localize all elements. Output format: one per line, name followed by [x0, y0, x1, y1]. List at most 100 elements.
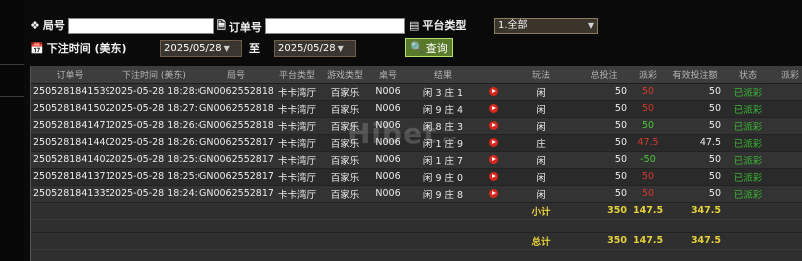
order-no-input[interactable] [265, 18, 405, 34]
cell-order-no: 250528184153912 [31, 83, 109, 101]
cell-game-type: 百家乐 [321, 185, 369, 203]
cell-play: 闲 [507, 100, 575, 118]
cell-status: 已派彩 [727, 134, 769, 152]
table-row[interactable]: 2505281841502842025-05-28 18:27:18GN0062… [31, 100, 802, 118]
cell-payout: 50 [633, 168, 663, 186]
cell-extra [769, 168, 802, 186]
subtotal-row-empty [479, 202, 507, 220]
total-row-empty [321, 232, 369, 250]
cell-valid-bet: 50 [663, 185, 727, 203]
cell-game-type: 百家乐 [321, 83, 369, 101]
header-table-no: 桌号 [369, 66, 407, 84]
cell-game-type: 百家乐 [321, 100, 369, 118]
order-no-label-text: 订单号 [228, 20, 262, 34]
bet-time-label-text: 下注时间 (美东) [46, 42, 127, 55]
spacer-cell [633, 219, 663, 233]
header-result: 结果 [407, 66, 479, 84]
table-row[interactable]: 2505281841471732025-05-28 18:26:49GN0062… [31, 117, 802, 135]
cell-bet-time: 2025-05-28 18:26:12 [109, 134, 199, 152]
cell-round-no: GN00625528181 [199, 100, 273, 118]
total-row-empty [369, 232, 407, 250]
cell-status: 已派彩 [727, 168, 769, 186]
total-row-valid: 347.5 [663, 232, 727, 250]
spacer-cell [507, 219, 575, 233]
cell-result: 闲 8 庄 3 [407, 117, 479, 135]
cell-round-no: GN0062552817Z [199, 134, 273, 152]
cell-platform: 卡卡湾厅 [273, 185, 321, 203]
play-video-icon[interactable] [488, 87, 498, 96]
date-separator-text: 至 [249, 42, 260, 55]
platform-select[interactable]: 1.全部 ▼ [494, 18, 598, 34]
table-row[interactable]: 2505281841335822025-05-28 18:24:18GN0062… [31, 185, 802, 203]
search-icon: 🔍 [410, 41, 424, 54]
platform-select-value: 1.全部 [498, 20, 528, 31]
table-row[interactable]: 2505281841539122025-05-28 18:28:04GN0062… [31, 83, 802, 101]
cell-result: 闲 1 庄 7 [407, 151, 479, 169]
chevron-down-icon: ▼ [587, 21, 594, 30]
cell-status: 已派彩 [727, 151, 769, 169]
header-payout-2: 派彩 [769, 66, 802, 84]
cell-valid-bet: 50 [663, 117, 727, 135]
play-video-icon[interactable] [488, 172, 498, 181]
cell-order-no: 250528184137135 [31, 168, 109, 186]
bet-records-table: 订单号 下注时间 (美东) 局号 平台类型 游戏类型 桌号 结果 玩法 总投注 … [30, 66, 802, 261]
header-valid-bet: 有效投注额 [663, 66, 727, 84]
play-video-icon[interactable] [488, 189, 498, 198]
query-button[interactable]: 🔍 查询 [405, 38, 453, 57]
header-bet-time: 下注时间 (美东) [109, 66, 199, 84]
cell-extra [769, 151, 802, 169]
query-button-label: 查询 [425, 41, 448, 55]
cell-total-bet: 50 [575, 151, 633, 169]
cell-table-no: N006 [369, 185, 407, 203]
cell-payout: -50 [633, 151, 663, 169]
spacer-cell [109, 219, 199, 233]
cell-game-type: 百家乐 [321, 134, 369, 152]
cell-order-no: 250528184144037 [31, 134, 109, 152]
header-game-type: 游戏类型 [321, 66, 369, 84]
cell-order-no: 250528184150284 [31, 100, 109, 118]
table-row[interactable]: 2505281841402802025-05-28 18:25:34GN0062… [31, 151, 802, 169]
subtotal-row-empty [321, 202, 369, 220]
cell-result: 闲 3 庄 1 [407, 83, 479, 101]
date-from-picker[interactable]: 2025/05/28 ▼ [160, 40, 242, 57]
order-no-label: 🗎 订单号 [217, 17, 262, 36]
table-row[interactable]: 2505281841440372025-05-28 18:26:12GN0062… [31, 134, 802, 152]
cell-play: 闲 [507, 185, 575, 203]
header-status: 状态 [727, 66, 769, 84]
cell-extra [769, 134, 802, 152]
calendar-icon: 📅 [30, 41, 44, 55]
subtotal-row-empty [199, 202, 273, 220]
cell-status: 已派彩 [727, 100, 769, 118]
table-row[interactable]: 2505281841371352025-05-28 18:25:00GN0062… [31, 168, 802, 186]
cell-bet-time: 2025-05-28 18:24:18 [109, 185, 199, 203]
spacer-cell [769, 219, 802, 233]
cell-play: 庄 [507, 134, 575, 152]
cell-platform: 卡卡湾厅 [273, 117, 321, 135]
date-to-picker[interactable]: 2025/05/28 ▼ [274, 40, 356, 57]
bet-no-input[interactable] [68, 18, 214, 34]
cell-result-icon [479, 185, 507, 203]
cell-status: 已派彩 [727, 117, 769, 135]
cell-total-bet: 50 [575, 117, 633, 135]
cell-play: 闲 [507, 168, 575, 186]
play-video-icon[interactable] [488, 121, 498, 130]
table-icon: ▤ [409, 18, 420, 32]
cell-valid-bet: 50 [663, 151, 727, 169]
play-video-icon[interactable] [488, 104, 498, 113]
cell-game-type: 百家乐 [321, 117, 369, 135]
cell-table-no: N006 [369, 134, 407, 152]
cell-platform: 卡卡湾厅 [273, 134, 321, 152]
cell-total-bet: 50 [575, 185, 633, 203]
cell-bet-time: 2025-05-28 18:25:00 [109, 168, 199, 186]
subtotal-row-empty [407, 202, 479, 220]
spacer-cell [369, 219, 407, 233]
play-video-icon[interactable] [488, 138, 498, 147]
cell-round-no: GN00625528180 [199, 117, 273, 135]
cell-valid-bet: 50 [663, 100, 727, 118]
play-video-icon[interactable] [488, 155, 498, 164]
cell-valid-bet: 50 [663, 83, 727, 101]
cell-result-icon [479, 168, 507, 186]
subtotal-row-empty [109, 202, 199, 220]
cell-table-no: N006 [369, 83, 407, 101]
sidebar-divider [0, 64, 24, 65]
